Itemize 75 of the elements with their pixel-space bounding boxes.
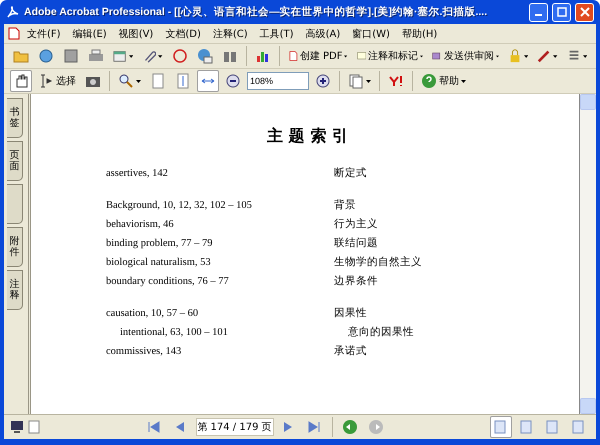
index-term: causation, 10, 57 – 60 xyxy=(106,307,200,321)
acrobat-logo-icon xyxy=(6,5,20,19)
index-term: intentional, 63, 100 – 101 xyxy=(119,326,229,340)
close-button[interactable] xyxy=(575,2,594,22)
side-tab[interactable]: 页面 xyxy=(7,141,23,181)
side-tab[interactable]: 注释 xyxy=(7,270,23,310)
help-icon xyxy=(421,73,437,89)
index-translation: 断定式 xyxy=(334,167,367,181)
maximize-button[interactable] xyxy=(552,2,571,22)
side-tab[interactable]: 附件 xyxy=(7,227,23,267)
index-translation: 行为主义 xyxy=(334,218,378,232)
minimize-button[interactable] xyxy=(529,2,548,22)
first-page-icon xyxy=(146,420,160,434)
menu-item[interactable]: 工具(T) xyxy=(254,26,299,40)
side-tab[interactable] xyxy=(7,184,23,224)
index-translation: 承诺式 xyxy=(334,345,367,359)
page-layout-icon xyxy=(545,420,559,434)
fit-height-icon xyxy=(175,73,191,89)
menu-item[interactable]: 高级(A) xyxy=(300,26,346,40)
index-translation: 背景 xyxy=(334,199,356,213)
index-term: behaviorism, 46 xyxy=(106,218,175,232)
organizer-icon xyxy=(113,48,128,64)
page-layout-button[interactable] xyxy=(490,416,512,438)
magnifier-icon xyxy=(118,73,134,89)
page-layout-icon xyxy=(571,420,585,434)
index-term: boundary conditions, 76 – 77 xyxy=(106,275,230,289)
page-layout-icon xyxy=(493,420,507,434)
printer-icon xyxy=(88,48,104,64)
pen-icon xyxy=(537,48,552,64)
last-page-icon xyxy=(306,420,320,434)
close-icon xyxy=(580,7,590,17)
toolbar-button[interactable]: 创建 PDF xyxy=(284,45,351,67)
padlock-icon xyxy=(508,48,522,64)
monitor-icon xyxy=(10,420,24,434)
menu-item[interactable]: 窗口(W) xyxy=(347,26,395,40)
page-number-field[interactable]: 第 174 / 179 页 xyxy=(196,418,274,436)
index-term: binding problem, 77 – 79 xyxy=(106,237,214,251)
index-term: assertives, 142 xyxy=(106,167,169,181)
minimize-icon xyxy=(535,14,542,16)
menu-item[interactable]: 编辑(E) xyxy=(68,26,112,40)
menu-item[interactable]: 注释(C) xyxy=(208,26,253,40)
zoom-in-icon xyxy=(315,73,331,89)
index-translation: 边界条件 xyxy=(334,275,378,289)
index-term: Background, 10, 12, 32, 102 – 105 xyxy=(106,199,253,213)
toolbar-button[interactable]: 注释和标记 xyxy=(354,45,426,67)
toolbar-button[interactable] xyxy=(10,70,32,92)
zoom-out-icon xyxy=(225,73,241,89)
menu-item[interactable]: 帮助(H) xyxy=(396,26,442,40)
maximize-icon xyxy=(556,7,566,17)
toolbar-button[interactable]: 选择 xyxy=(35,70,79,92)
zoom-field[interactable]: 108% xyxy=(247,72,309,90)
index-translation: 意向的因果性 xyxy=(347,326,414,340)
document-icon xyxy=(288,48,298,64)
index-term: commissives, 143 xyxy=(106,345,182,359)
pages-icon xyxy=(348,73,364,89)
document-icon xyxy=(8,27,20,40)
index-translation: 生物学的自然主义 xyxy=(334,256,422,270)
toolbar-button[interactable]: 发送供审阅 xyxy=(429,45,502,67)
yahoo-logo-icon xyxy=(388,73,404,89)
menu-item[interactable]: 文件(F) xyxy=(22,26,66,40)
page-icon xyxy=(28,420,40,434)
menu-item[interactable]: 文档(D) xyxy=(160,26,206,40)
window-title: Adobe Acrobat Professional - [[心灵、语言和社会—实在世界中的哲学].[美]约翰·塞尔.扫描版.... xyxy=(24,5,488,19)
toolbar-button[interactable]: 帮助 xyxy=(418,70,469,92)
text-cursor-icon xyxy=(38,73,54,89)
globe-mail-icon xyxy=(196,48,213,64)
page-icon xyxy=(150,73,166,89)
page-heading: 主 题 索 引 xyxy=(266,125,349,147)
page-layout-icon xyxy=(519,420,533,434)
index-translation: 因果性 xyxy=(334,307,367,321)
side-tab[interactable]: 书签 xyxy=(7,98,23,138)
index-term: biological naturalism, 53 xyxy=(106,256,212,270)
index-translation: 联结问题 xyxy=(334,237,378,251)
toolbar-button[interactable] xyxy=(197,70,219,92)
menu-item[interactable]: 视图(V) xyxy=(114,26,158,40)
